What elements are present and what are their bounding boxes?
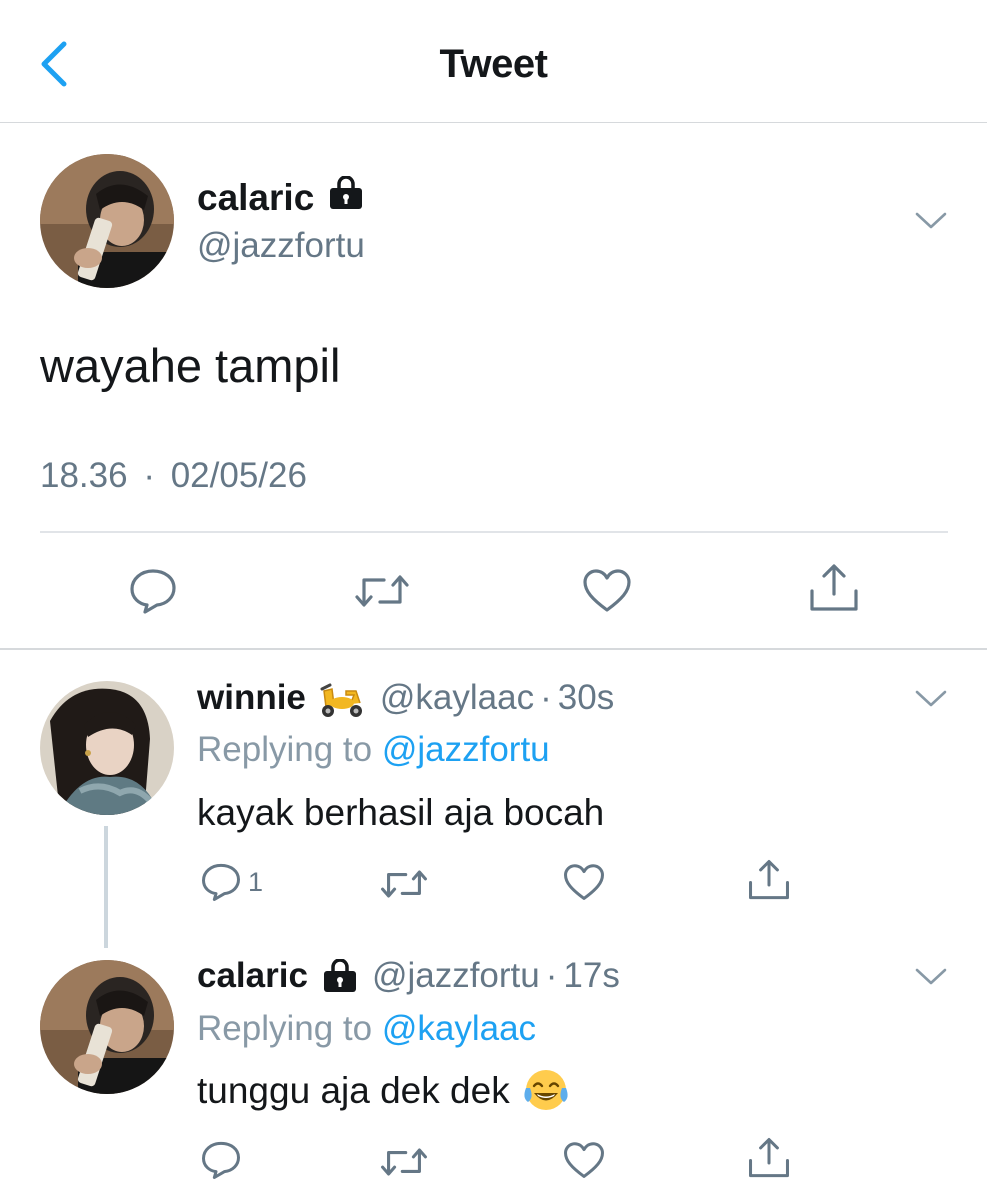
share-button[interactable] xyxy=(747,1137,791,1179)
like-button[interactable] xyxy=(563,863,605,902)
meta-separator: · xyxy=(143,456,155,495)
replying-to-label: Replying to xyxy=(197,1009,382,1048)
reply-count: 1 xyxy=(248,866,264,897)
retweet-button[interactable] xyxy=(354,570,410,612)
retweet-icon xyxy=(381,1148,427,1176)
meta-separator: · xyxy=(545,956,558,995)
reply-icon xyxy=(202,863,240,901)
share-button[interactable] xyxy=(747,859,791,901)
lock-icon xyxy=(328,175,364,219)
meta-separator: · xyxy=(540,678,552,717)
reply-button[interactable] xyxy=(200,1140,242,1180)
replying-to-link[interactable]: @jazzfortu xyxy=(382,730,550,769)
avatar[interactable] xyxy=(40,681,174,815)
retweet-button[interactable] xyxy=(380,1144,428,1180)
replying-to: Replying to @jazzfortu xyxy=(197,730,550,770)
replying-to-label: Replying to xyxy=(197,730,382,769)
retweet-icon xyxy=(381,870,427,898)
like-icon xyxy=(564,864,604,900)
share-button[interactable] xyxy=(808,563,860,613)
share-icon xyxy=(810,564,858,611)
chevron-down-icon[interactable] xyxy=(914,688,948,710)
reply-icon xyxy=(130,569,176,614)
retweet-button[interactable] xyxy=(380,866,428,902)
divider xyxy=(40,531,948,533)
reply-text: tunggu aja dek dek xyxy=(197,1070,510,1111)
reply-author-name[interactable]: winnie xyxy=(197,678,306,718)
like-button[interactable] xyxy=(563,1141,605,1180)
tears-of-joy-emoji xyxy=(522,1068,570,1114)
author-name-row: calaric xyxy=(197,175,364,219)
chevron-down-icon[interactable] xyxy=(914,966,948,988)
reply-time: 30s xyxy=(557,678,615,717)
reply-text-row: tunggu aja dek dek xyxy=(197,1068,570,1114)
share-icon xyxy=(749,1138,789,1178)
reply-author-handle[interactable]: @kaylaac xyxy=(380,678,534,718)
replying-to-link[interactable]: @kaylaac xyxy=(382,1009,536,1048)
avatar[interactable] xyxy=(40,960,174,1094)
reply-button[interactable] xyxy=(128,567,178,615)
like-icon xyxy=(564,1142,604,1178)
reply-text: kayak berhasil aja bocah xyxy=(197,792,605,833)
reply-time: 17s xyxy=(563,956,620,995)
reply-header: calaric @jazzfortu · 17s xyxy=(197,956,620,996)
top-bar: Tweet xyxy=(0,0,987,123)
like-button[interactable] xyxy=(582,568,632,614)
share-icon xyxy=(749,860,789,900)
avatar[interactable] xyxy=(40,154,174,288)
lock-icon xyxy=(322,959,358,993)
scooter-emoji xyxy=(316,677,366,719)
author-name[interactable]: calaric xyxy=(197,177,314,219)
author-handle[interactable]: @jazzfortu xyxy=(197,226,365,266)
section-divider xyxy=(0,648,987,650)
reply-button[interactable]: 1 xyxy=(200,862,263,902)
thread-line xyxy=(104,826,108,948)
reply-icon xyxy=(202,1141,240,1179)
tweet-text: wayahe tampil xyxy=(40,339,341,392)
retweet-icon xyxy=(355,575,409,607)
reply-header: winnie @kaylaac · 30s xyxy=(197,677,614,719)
reply-author-name[interactable]: calaric xyxy=(197,956,308,996)
page-title: Tweet xyxy=(439,42,548,86)
tweet-date: 02/05/26 xyxy=(170,456,307,495)
like-icon xyxy=(583,569,631,612)
tweet-time: 18.36 xyxy=(40,456,128,495)
chevron-down-icon[interactable] xyxy=(914,210,948,232)
replying-to: Replying to @kaylaac xyxy=(197,1009,536,1049)
tweet-timestamp: 18.36 · 02/05/26 xyxy=(40,456,307,496)
reply-author-handle[interactable]: @jazzfortu xyxy=(372,956,540,996)
